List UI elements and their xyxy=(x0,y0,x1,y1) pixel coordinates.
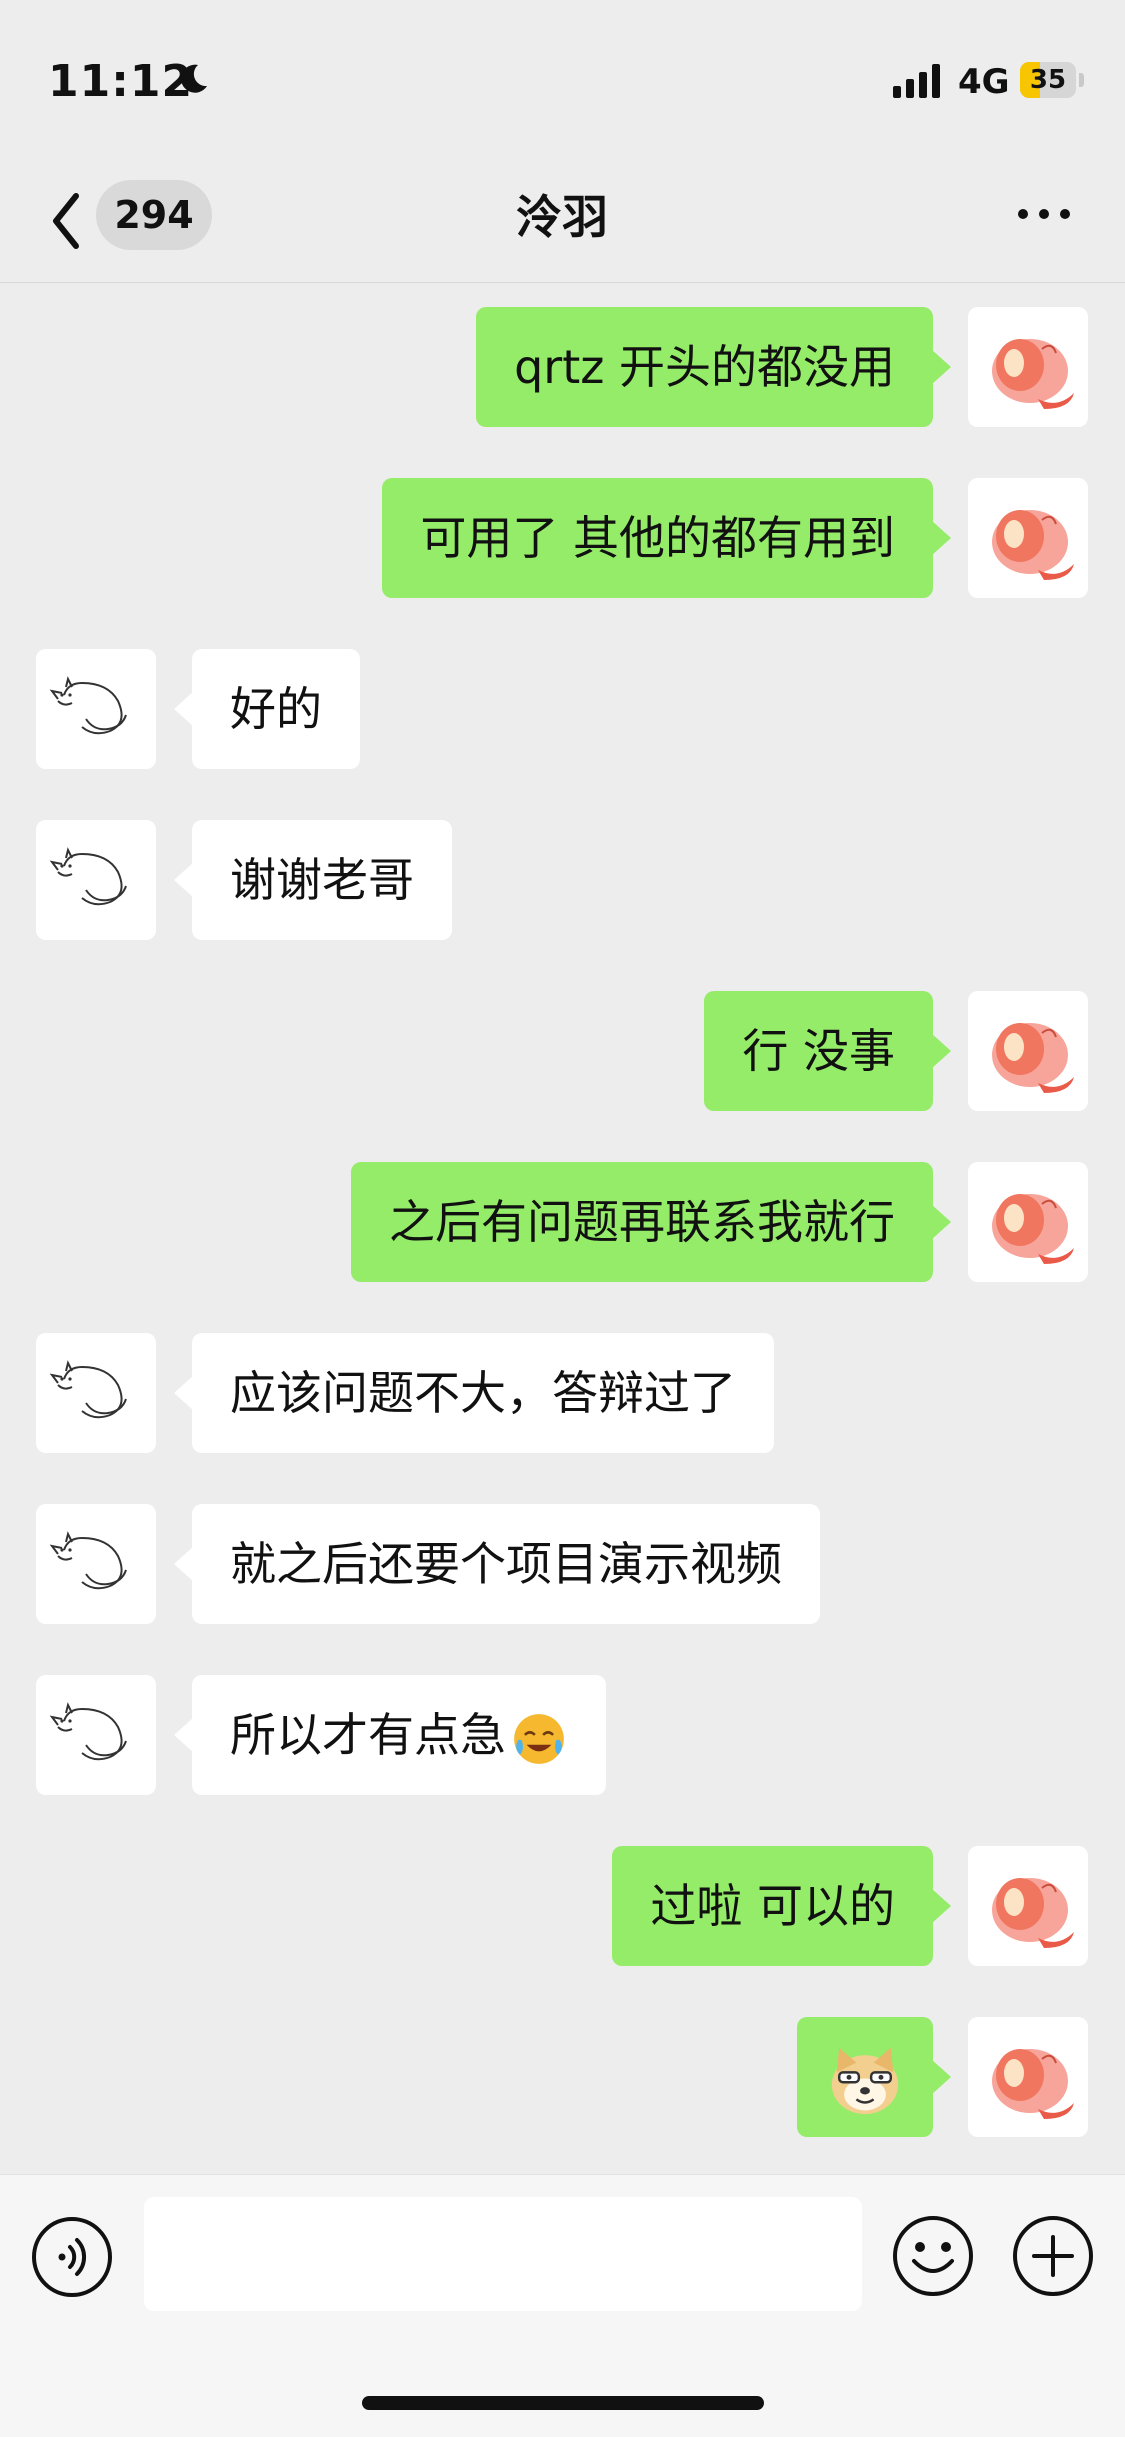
status-time: 11:12 xyxy=(48,56,194,107)
peach-image xyxy=(968,2017,1088,2137)
plus-button[interactable] xyxy=(1010,2213,1096,2299)
message-row: 可用了 其他的都有用到 xyxy=(0,454,1125,598)
sent-message-bubble[interactable]: 可用了 其他的都有用到 xyxy=(382,478,951,598)
peach-avatar[interactable] xyxy=(968,2017,1088,2137)
crying-laughing-emoji xyxy=(514,1713,564,1764)
message-row: 好的 xyxy=(0,625,1125,769)
peach-avatar[interactable] xyxy=(968,307,1088,427)
message-row: 过啦 可以的 xyxy=(0,1822,1125,1966)
cat-sketch-image xyxy=(36,649,156,769)
back-button[interactable] xyxy=(44,184,90,258)
emoji-button[interactable] xyxy=(890,2213,976,2299)
peach-image xyxy=(968,991,1088,1111)
peach-avatar[interactable] xyxy=(968,991,1088,1111)
peach-avatar[interactable] xyxy=(968,1162,1088,1282)
network-type: 4G xyxy=(958,62,1010,102)
message-row: 所以才有点急 xyxy=(0,1651,1125,1795)
received-message-bubble[interactable]: 谢谢老哥 xyxy=(174,820,452,940)
message-input[interactable] xyxy=(144,2197,862,2311)
received-message-bubble[interactable]: 好的 xyxy=(174,649,360,769)
message-row: 谢谢老哥 xyxy=(0,796,1125,940)
doge-sticker xyxy=(831,2047,899,2114)
peach-image xyxy=(968,1162,1088,1282)
sent-message-bubble[interactable]: 行 没事 xyxy=(704,991,951,1111)
peach-avatar[interactable] xyxy=(968,1846,1088,1966)
sent-message-bubble[interactable]: qrtz 开头的都没用 xyxy=(476,307,951,427)
unread-count-badge[interactable]: 294 xyxy=(96,180,212,250)
cat-sketch-avatar[interactable] xyxy=(36,1675,156,1795)
voice-button[interactable] xyxy=(30,2215,114,2299)
peach-image xyxy=(968,1846,1088,1966)
chat-header: 294 泠羽 xyxy=(0,160,1125,283)
message-row: 之后有问题再联系我就行 xyxy=(0,1138,1125,1282)
peach-image xyxy=(968,307,1088,427)
received-message-bubble[interactable]: 应该问题不大，答辩过了 xyxy=(174,1333,774,1453)
message-list[interactable]: qrtz 开头的都没用 可用了 其他的都有用到 好的 谢谢老哥 行 没事 之后有… xyxy=(0,283,1125,2173)
chat-title: 泠羽 xyxy=(516,190,608,244)
status-bar: 11:12 4G 35 xyxy=(0,0,1125,160)
home-indicator[interactable] xyxy=(362,2396,764,2410)
battery-icon: 35 xyxy=(1020,62,1086,98)
message-row: 行 没事 xyxy=(0,967,1125,1111)
more-icon xyxy=(1018,209,1028,219)
cat-sketch-avatar[interactable] xyxy=(36,1504,156,1624)
message-row: qrtz 开头的都没用 xyxy=(0,283,1125,427)
moon-icon xyxy=(181,64,207,93)
received-message-bubble[interactable]: 就之后还要个项目演示视频 xyxy=(174,1504,820,1624)
cat-sketch-image xyxy=(36,1675,156,1795)
battery-percent: 35 xyxy=(1029,65,1067,95)
message-text: 所以才有点急 xyxy=(230,1708,506,1762)
sent-message-bubble[interactable]: 之后有问题再联系我就行 xyxy=(351,1162,951,1282)
signal-icon xyxy=(893,64,940,98)
more-button[interactable] xyxy=(1014,194,1074,234)
cat-sketch-avatar[interactable] xyxy=(36,820,156,940)
cat-sketch-image xyxy=(36,820,156,940)
sticker-message-bubble[interactable] xyxy=(797,2017,951,2137)
received-message-bubble[interactable]: 所以才有点急 xyxy=(174,1675,606,1795)
cat-sketch-avatar[interactable] xyxy=(36,1333,156,1453)
cat-sketch-image xyxy=(36,1504,156,1624)
peach-avatar[interactable] xyxy=(968,478,1088,598)
cat-sketch-image xyxy=(36,1333,156,1453)
sent-message-bubble[interactable]: 过啦 可以的 xyxy=(612,1846,951,1966)
message-row: 就之后还要个项目演示视频 xyxy=(0,1480,1125,1624)
message-row: 应该问题不大，答辩过了 xyxy=(0,1309,1125,1453)
peach-image xyxy=(968,478,1088,598)
message-row xyxy=(0,1993,1125,2137)
cat-sketch-avatar[interactable] xyxy=(36,649,156,769)
